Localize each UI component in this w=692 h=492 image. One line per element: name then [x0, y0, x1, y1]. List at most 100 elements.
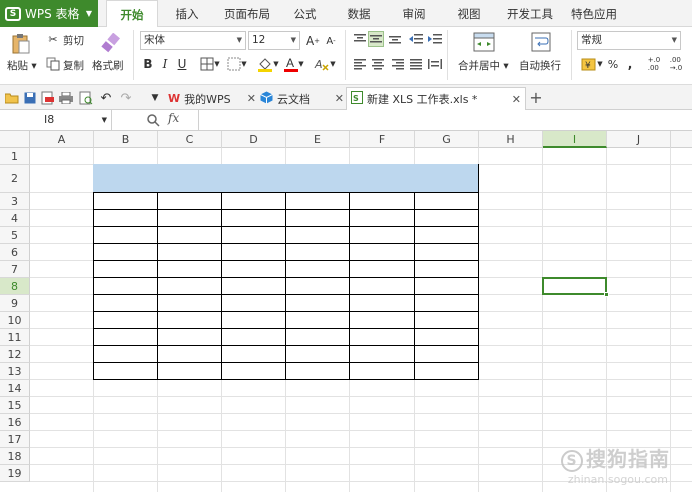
table-cell[interactable] — [221, 260, 286, 278]
table-cell[interactable] — [285, 260, 350, 278]
table-cell[interactable] — [285, 226, 350, 244]
font-name-select[interactable]: 宋体 ▼ — [140, 31, 246, 50]
increase-decimal-button[interactable]: +.0 .00 — [645, 55, 663, 72]
table-cell[interactable] — [157, 209, 222, 227]
row-header-9[interactable]: 9 — [0, 295, 30, 312]
column-header-j[interactable]: J — [607, 131, 671, 148]
table-cell[interactable] — [414, 277, 479, 295]
borders-icon[interactable]: ▼ — [198, 56, 222, 72]
table-cell[interactable] — [221, 209, 286, 227]
row-header-2[interactable]: 2 — [0, 165, 30, 193]
column-header-b[interactable]: B — [94, 131, 158, 148]
column-header-e[interactable]: E — [286, 131, 350, 148]
table-cell[interactable] — [157, 226, 222, 244]
decrease-font-icon[interactable]: A- — [323, 33, 339, 49]
table-cell[interactable] — [349, 209, 415, 227]
chevron-down-icon[interactable]: ▼ — [102, 110, 107, 130]
table-cell[interactable] — [349, 226, 415, 244]
paste-icon[interactable] — [8, 32, 34, 56]
table-header-cell[interactable] — [285, 164, 350, 193]
row-header-1[interactable]: 1 — [0, 148, 30, 165]
tab-current-workbook[interactable]: S 新建 XLS 工作表.xls * ✕ — [346, 87, 526, 110]
row-header-19[interactable]: 19 — [0, 465, 30, 482]
tab-formula[interactable]: 公式 — [284, 0, 326, 27]
table-cell[interactable] — [93, 260, 158, 278]
table-cell[interactable] — [414, 192, 479, 210]
column-header-a[interactable]: A — [30, 131, 94, 148]
table-cell[interactable] — [157, 277, 222, 295]
fill-handle[interactable] — [604, 292, 609, 297]
table-cell[interactable] — [157, 294, 222, 312]
close-icon[interactable]: ✕ — [512, 93, 521, 106]
row-header-10[interactable]: 10 — [0, 312, 30, 329]
scissors-icon[interactable]: ✂ — [45, 31, 61, 47]
table-cell[interactable] — [285, 345, 350, 363]
table-cell[interactable] — [285, 243, 350, 261]
table-cell[interactable] — [221, 192, 286, 210]
currency-icon[interactable]: ¥ ▼ — [578, 55, 606, 72]
table-header-cell[interactable] — [349, 164, 415, 193]
table-header-cell[interactable] — [414, 164, 479, 193]
number-format-select[interactable]: 常规 ▼ — [577, 31, 681, 50]
distributed-icon[interactable] — [427, 56, 443, 72]
table-cell[interactable] — [221, 345, 286, 363]
export-pdf-icon[interactable] — [40, 90, 56, 106]
underline-button[interactable]: U — [175, 56, 189, 72]
align-center-icon[interactable] — [370, 56, 386, 72]
row-header-17[interactable]: 17 — [0, 431, 30, 448]
table-cell[interactable] — [157, 243, 222, 261]
table-header-cell[interactable] — [93, 164, 158, 193]
undo-icon[interactable]: ↶ — [98, 90, 114, 106]
row-header-8[interactable]: 8 — [0, 278, 30, 295]
table-cell[interactable] — [221, 277, 286, 295]
table-cell[interactable] — [157, 311, 222, 329]
close-icon[interactable]: ✕ — [335, 92, 344, 105]
table-header-cell[interactable] — [221, 164, 286, 193]
name-box[interactable]: I8 ▼ — [0, 110, 112, 131]
app-menu-button[interactable]: S WPS 表格 ▼ — [0, 0, 98, 27]
column-header-i[interactable]: I — [543, 131, 607, 148]
table-cell[interactable] — [221, 243, 286, 261]
formula-input[interactable] — [202, 112, 682, 129]
comma-button[interactable]: , — [624, 56, 636, 72]
table-cell[interactable] — [414, 311, 479, 329]
table-cell[interactable] — [93, 294, 158, 312]
table-cell[interactable] — [349, 294, 415, 312]
table-cell[interactable] — [414, 328, 479, 346]
table-cell[interactable] — [93, 345, 158, 363]
bold-button[interactable]: B — [141, 56, 155, 72]
table-cell[interactable] — [414, 243, 479, 261]
fill-color-icon[interactable]: ▼ — [257, 55, 279, 72]
table-cell[interactable] — [349, 328, 415, 346]
print-icon[interactable] — [58, 90, 74, 106]
table-cell[interactable] — [221, 328, 286, 346]
cell-style-icon[interactable]: ▼ — [225, 56, 249, 72]
table-cell[interactable] — [349, 260, 415, 278]
table-cell[interactable] — [285, 328, 350, 346]
row-header-5[interactable]: 5 — [0, 227, 30, 244]
select-all-corner[interactable] — [0, 131, 30, 148]
tab-cloud-docs[interactable]: 云文档 ✕ — [260, 87, 344, 110]
table-cell[interactable] — [414, 294, 479, 312]
increase-indent-icon[interactable] — [427, 31, 443, 47]
row-header-15[interactable]: 15 — [0, 397, 30, 414]
close-icon[interactable]: ✕ — [247, 92, 256, 105]
wrap-text-button[interactable]: 自动换行 — [519, 58, 561, 73]
align-top-icon[interactable] — [352, 31, 368, 47]
table-cell[interactable] — [414, 345, 479, 363]
paste-button[interactable]: 粘贴 ▾ — [7, 58, 37, 73]
selected-cell[interactable] — [542, 277, 607, 295]
row-header-13[interactable]: 13 — [0, 363, 30, 380]
tab-special[interactable]: 特色应用 — [566, 0, 622, 27]
table-cell[interactable] — [221, 294, 286, 312]
table-cell[interactable] — [285, 311, 350, 329]
table-cell[interactable] — [221, 311, 286, 329]
tab-review[interactable]: 审阅 — [393, 0, 435, 27]
tab-view[interactable]: 视图 — [448, 0, 490, 27]
tab-page-layout[interactable]: 页面布局 — [218, 0, 276, 27]
table-cell[interactable] — [285, 209, 350, 227]
chevron-down-icon[interactable]: ▼ — [147, 90, 163, 106]
row-header-16[interactable]: 16 — [0, 414, 30, 431]
italic-button[interactable]: I — [158, 56, 172, 72]
table-cell[interactable] — [157, 345, 222, 363]
